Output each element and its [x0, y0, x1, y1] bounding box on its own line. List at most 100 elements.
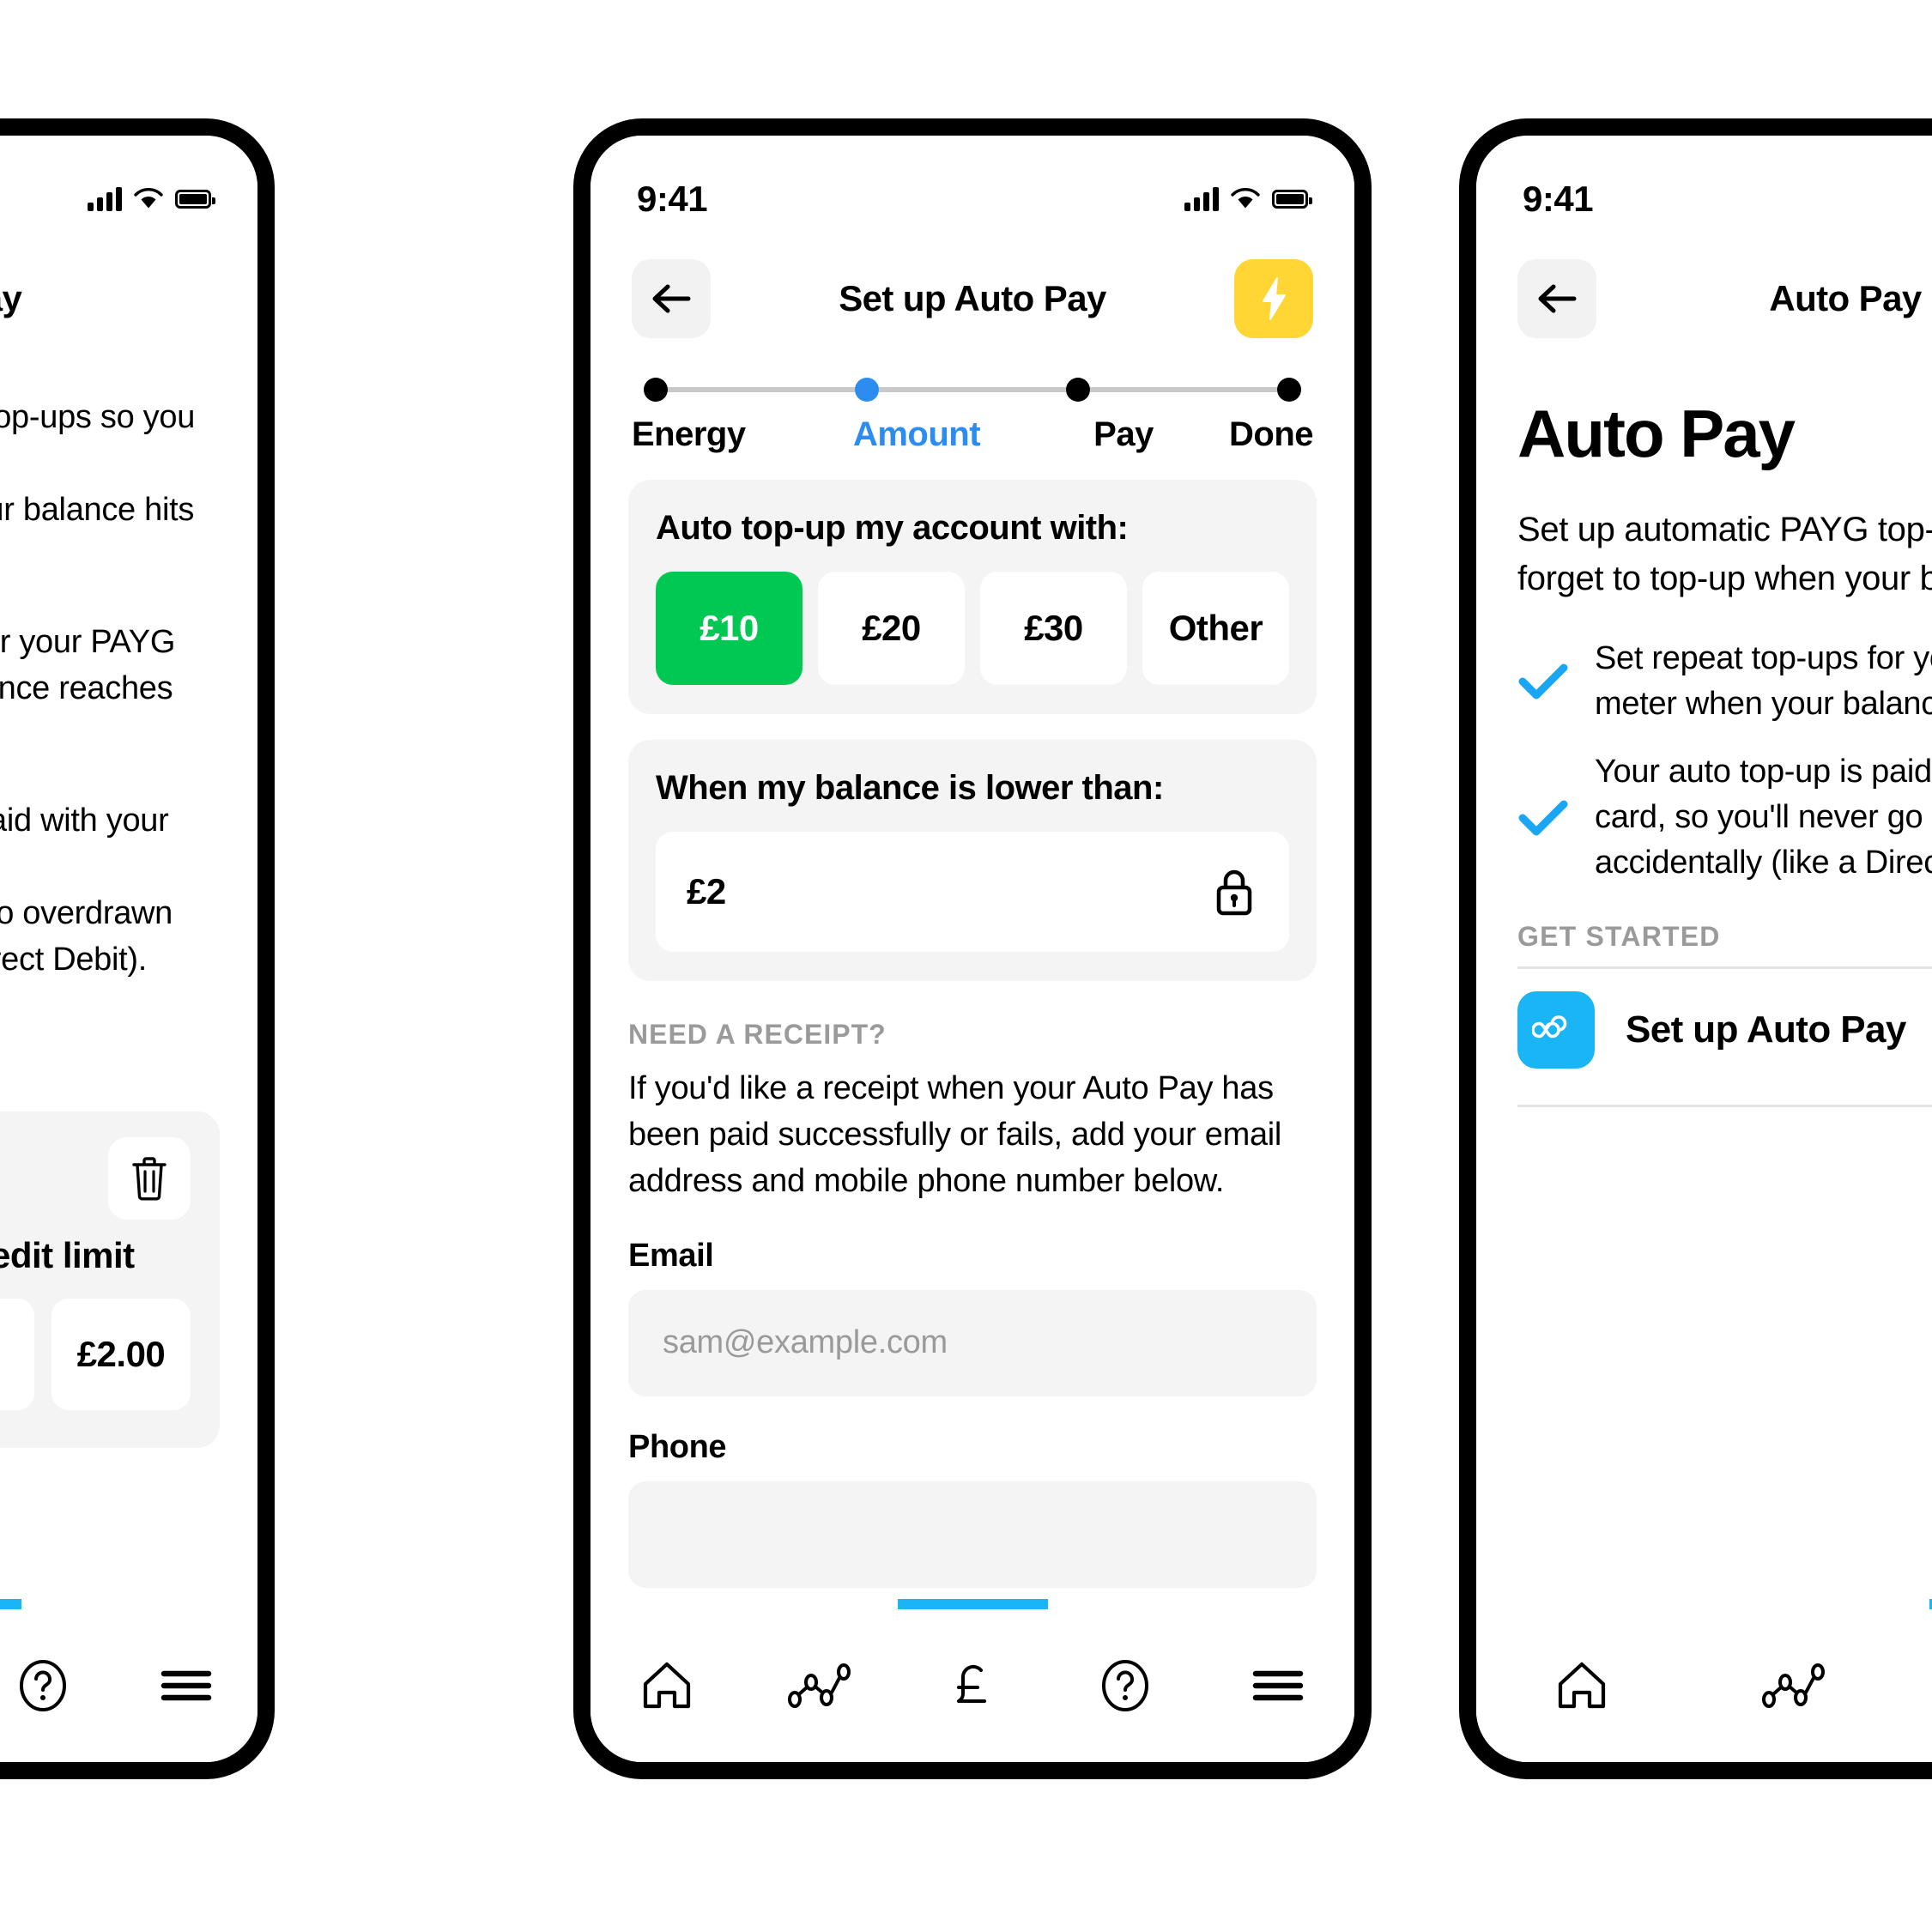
amount-option-30[interactable]: £30	[980, 572, 1127, 685]
tab-home-right[interactable]	[1530, 1647, 1633, 1724]
progress-stepper: Energy Amount Pay Done	[591, 348, 1354, 454]
tab-bar-middle	[591, 1599, 1354, 1762]
left-body-line-1: when your balance hits £2.	[0, 491, 195, 528]
signal-icon	[88, 187, 122, 211]
credit-limit-options: £2.00	[0, 1299, 191, 1411]
page-title-left: Auto Pay	[0, 278, 22, 318]
middle-content: Auto top-up my account with: £10 £20 £30…	[591, 480, 1354, 981]
quick-action-button[interactable]	[1234, 259, 1313, 338]
left-bullet-line-2: o-up is paid with your bank	[0, 802, 169, 839]
step-line-1	[668, 387, 855, 392]
step-dot-amount[interactable]	[855, 378, 879, 402]
status-bar-right: 9:41	[1476, 136, 1932, 237]
credit-limit-option-blank[interactable]	[0, 1299, 34, 1411]
tab-bar-left	[0, 1599, 257, 1762]
benefit-list: Set repeat top-ups for yo meter when you…	[1517, 636, 1932, 887]
infinity-icon	[1517, 990, 1595, 1069]
tab-bar-right	[1476, 1599, 1932, 1762]
benefit-text-2-line-0: Your auto top-up is paid	[1595, 753, 1932, 790]
status-icons-middle	[1184, 187, 1312, 211]
check-icon	[1517, 797, 1569, 839]
home-icon	[640, 1660, 693, 1711]
step-dot-done[interactable]	[1277, 378, 1301, 402]
delete-button[interactable]	[108, 1137, 191, 1220]
left-body-line-0: c PAYG top-ups so you never	[0, 399, 196, 435]
trash-icon	[130, 1156, 169, 1201]
step-line-2	[879, 387, 1066, 392]
status-time-middle: 9:41	[637, 179, 708, 219]
back-button[interactable]	[1517, 259, 1596, 338]
phone-mockup-middle: 9:41 Set up Auto Pay Energy Amount Pay D…	[573, 118, 1372, 1779]
benefit-item-2: Your auto top-up is paid card, so you'll…	[1517, 749, 1932, 887]
help-icon	[1098, 1658, 1153, 1713]
amount-option-20[interactable]: £20	[818, 572, 965, 685]
benefit-text-2-line-1: card, so you'll never go ov	[1595, 799, 1932, 836]
menu-icon	[1252, 1667, 1304, 1705]
credit-limit-card: Credit limit £2.00	[0, 1111, 220, 1449]
page-heading-right: Auto Pay	[1517, 396, 1796, 471]
email-label: Email	[628, 1237, 714, 1274]
back-button[interactable]	[632, 259, 711, 338]
tab-help-left[interactable]	[0, 1647, 94, 1724]
tab-usage-middle[interactable]	[768, 1647, 871, 1724]
tab-active-indicator-middle	[898, 1599, 1048, 1609]
lock-icon	[1210, 865, 1258, 918]
left-bullet-line-4: (like a Direct Debit).	[0, 941, 148, 978]
nav-bar-right: Auto Pay	[1476, 237, 1932, 348]
step-line-3	[1090, 387, 1277, 392]
lightning-bolt-icon	[1258, 276, 1289, 321]
back-arrow-icon	[1535, 282, 1579, 316]
email-input[interactable]: sam@example.com	[628, 1289, 1317, 1396]
step-label-amount: Amount	[852, 415, 981, 453]
topup-amount-card: Auto top-up my account with: £10 £20 £30…	[628, 480, 1317, 714]
credit-limit-value[interactable]: £2.00	[51, 1299, 191, 1411]
step-label-pay: Pay	[1093, 415, 1154, 453]
topup-amount-title: Auto top-up my account with:	[656, 509, 1129, 547]
screen-right: 9:41 Auto Pay Auto Pay Set up automatic …	[1476, 136, 1932, 1762]
intro-line-1: forget to top-up when your b	[1517, 559, 1932, 597]
list-item-setup-auto-pay[interactable]: Set up Auto Pay	[1517, 969, 1932, 1091]
home-icon	[1555, 1660, 1608, 1711]
receipt-section: NEED A RECEIPT? If you'd like a receipt …	[591, 1019, 1354, 1588]
nav-bar-middle: Set up Auto Pay	[591, 237, 1354, 348]
amount-option-other[interactable]: Other	[1142, 572, 1289, 685]
usage-chart-icon	[788, 1662, 851, 1710]
status-bar-middle: 9:41	[591, 136, 1354, 237]
tab-home-middle[interactable]	[615, 1647, 718, 1724]
signal-icon	[1184, 187, 1219, 211]
step-label-done: Done	[1229, 415, 1314, 453]
list-item-label: Set up Auto Pay	[1626, 1008, 1906, 1051]
phone-input[interactable]	[628, 1481, 1317, 1588]
balance-threshold-value: £2	[687, 871, 726, 911]
screenshot-stage: Auto Pay c PAYG top-ups so you never whe…	[0, 0, 1932, 1932]
left-bullet-line-3: ll never go overdrawn	[0, 894, 173, 931]
credit-limit-label: Credit limit	[0, 1235, 135, 1276]
step-dot-energy[interactable]	[644, 378, 668, 402]
stepper-track	[628, 372, 1317, 407]
phone-label: Phone	[628, 1428, 727, 1465]
step-dot-pay[interactable]	[1066, 378, 1090, 402]
left-bullet-line-0: op-ups for your PAYG	[0, 623, 176, 660]
tab-help-middle[interactable]	[1074, 1647, 1177, 1724]
nav-bar-left: Auto Pay	[0, 237, 257, 348]
left-body: c PAYG top-ups so you never when your ba…	[0, 348, 257, 1449]
check-icon	[1517, 661, 1569, 702]
tab-pound-middle[interactable]	[921, 1647, 1024, 1724]
balance-threshold-title: When my balance is lower than:	[656, 769, 1164, 807]
menu-icon	[160, 1667, 212, 1705]
battery-icon	[1272, 190, 1312, 209]
balance-threshold-field[interactable]: £2	[656, 832, 1289, 952]
benefit-text-1-line-0: Set repeat top-ups for yo	[1595, 639, 1932, 676]
stepper-labels: Energy Amount Pay Done	[628, 415, 1317, 454]
tab-usage-right[interactable]	[1742, 1647, 1845, 1724]
amount-option-10[interactable]: £10	[656, 572, 802, 685]
wifi-icon	[1231, 188, 1260, 210]
tab-active-indicator-left	[0, 1599, 21, 1609]
phone-mockup-right: 9:41 Auto Pay Auto Pay Set up automatic …	[1459, 118, 1932, 1779]
back-arrow-icon	[649, 282, 693, 316]
usage-chart-icon	[1761, 1662, 1826, 1710]
screen-middle: 9:41 Set up Auto Pay Energy Amount Pay D…	[591, 136, 1354, 1762]
tab-menu-middle[interactable]	[1226, 1647, 1329, 1724]
intro-line-0: Set up automatic PAYG top-u	[1517, 511, 1932, 548]
tab-menu-left[interactable]	[135, 1647, 238, 1724]
